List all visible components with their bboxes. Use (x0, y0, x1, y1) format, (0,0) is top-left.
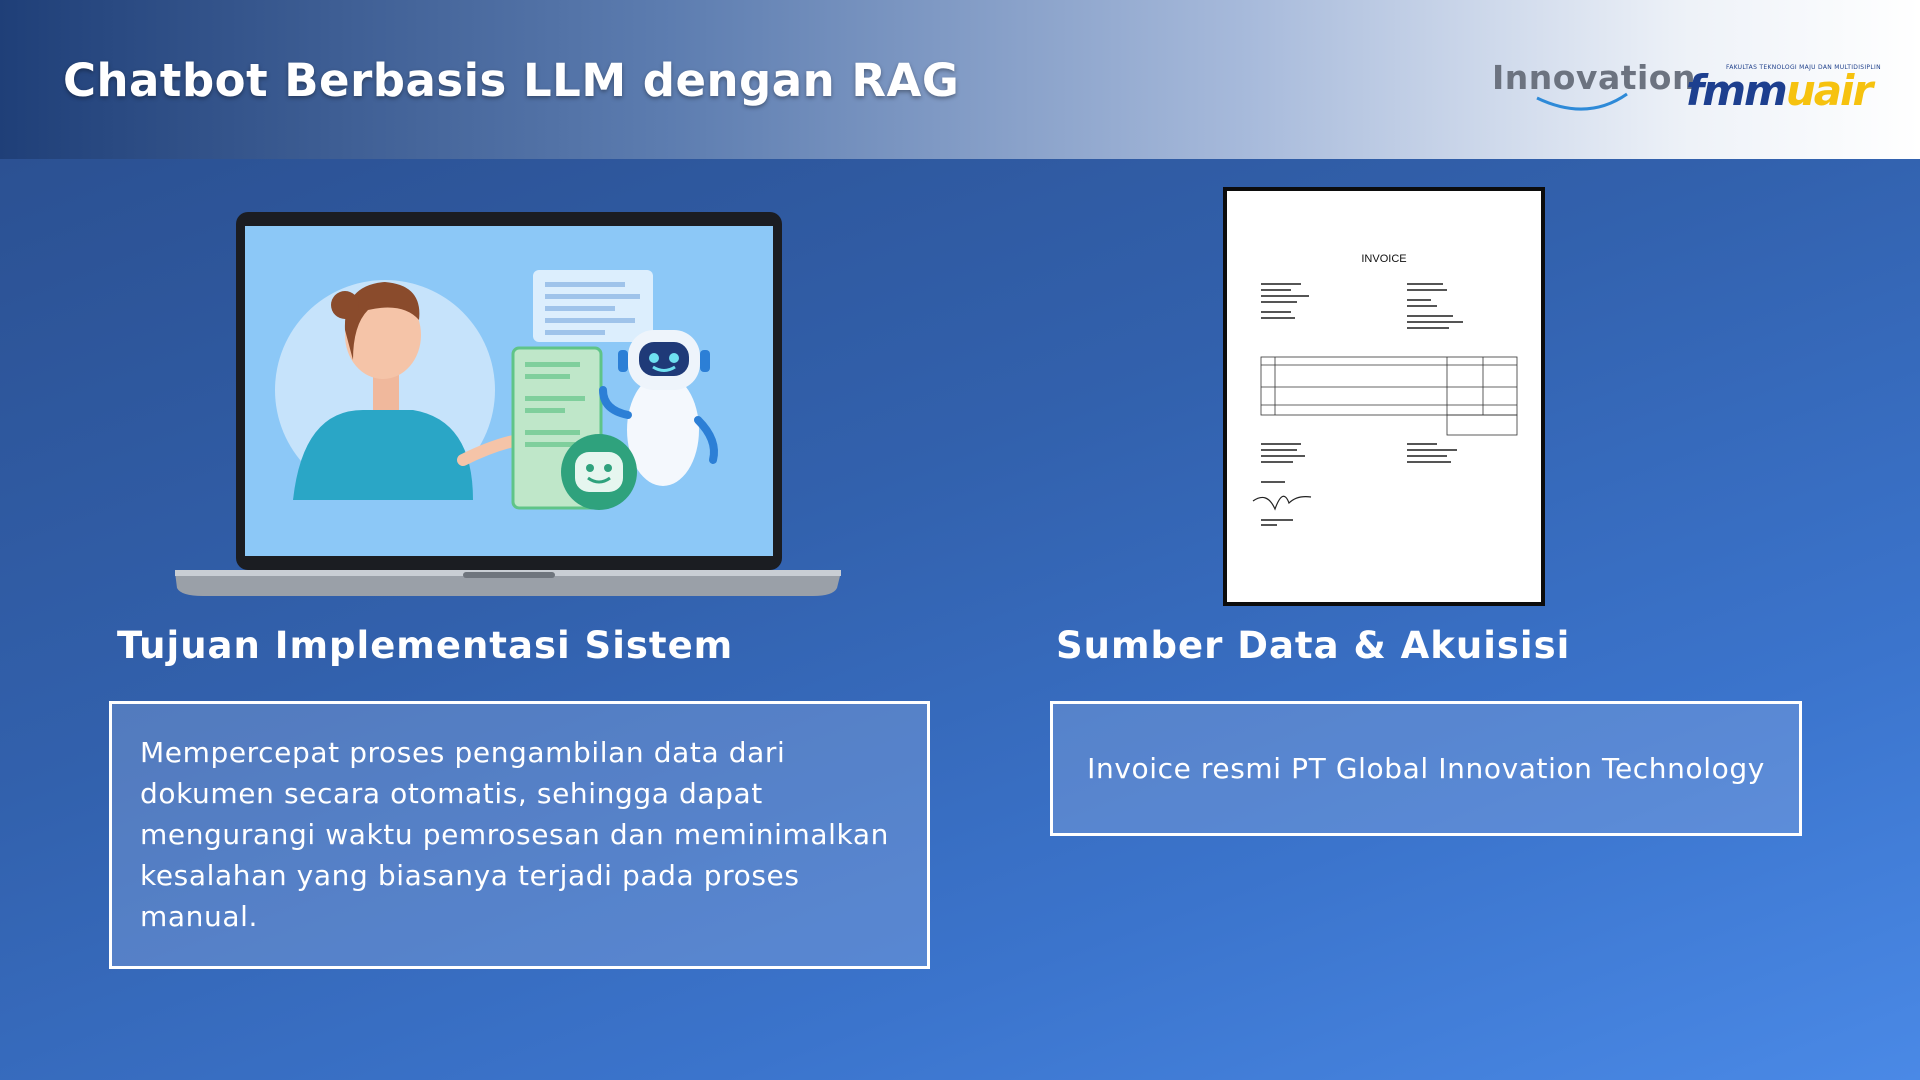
right-description-box: Invoice resmi PT Global Innovation Techn… (1050, 701, 1802, 836)
fmm-logo-mark: fmmuair (1686, 66, 1873, 115)
right-description-text: Invoice resmi PT Global Innovation Techn… (1087, 752, 1765, 785)
laptop-chatbot-illustration (175, 212, 841, 596)
signature-icon (1252, 495, 1312, 511)
invoice-body-illustration (1252, 283, 1518, 526)
swoosh-icon (1536, 92, 1628, 111)
innovation-logo: Innovation (1492, 58, 1695, 120)
right-section-heading: Sumber Data & Akuisisi (1056, 624, 1571, 667)
left-description-text: Mempercepat proses pengambilan data dari… (140, 736, 889, 933)
left-description-box: Mempercepat proses pengambilan data dari… (109, 701, 930, 969)
fmm-logo: FAKULTAS TEKNOLOGI MAJU DAN MULTIDISIPLI… (1686, 60, 1881, 118)
left-section-heading: Tujuan Implementasi Sistem (117, 624, 734, 667)
invoice-document: INVOICE (1223, 187, 1545, 606)
chatbot-badge-icon (561, 434, 637, 510)
page-title: Chatbot Berbasis LLM dengan RAG (63, 54, 960, 107)
